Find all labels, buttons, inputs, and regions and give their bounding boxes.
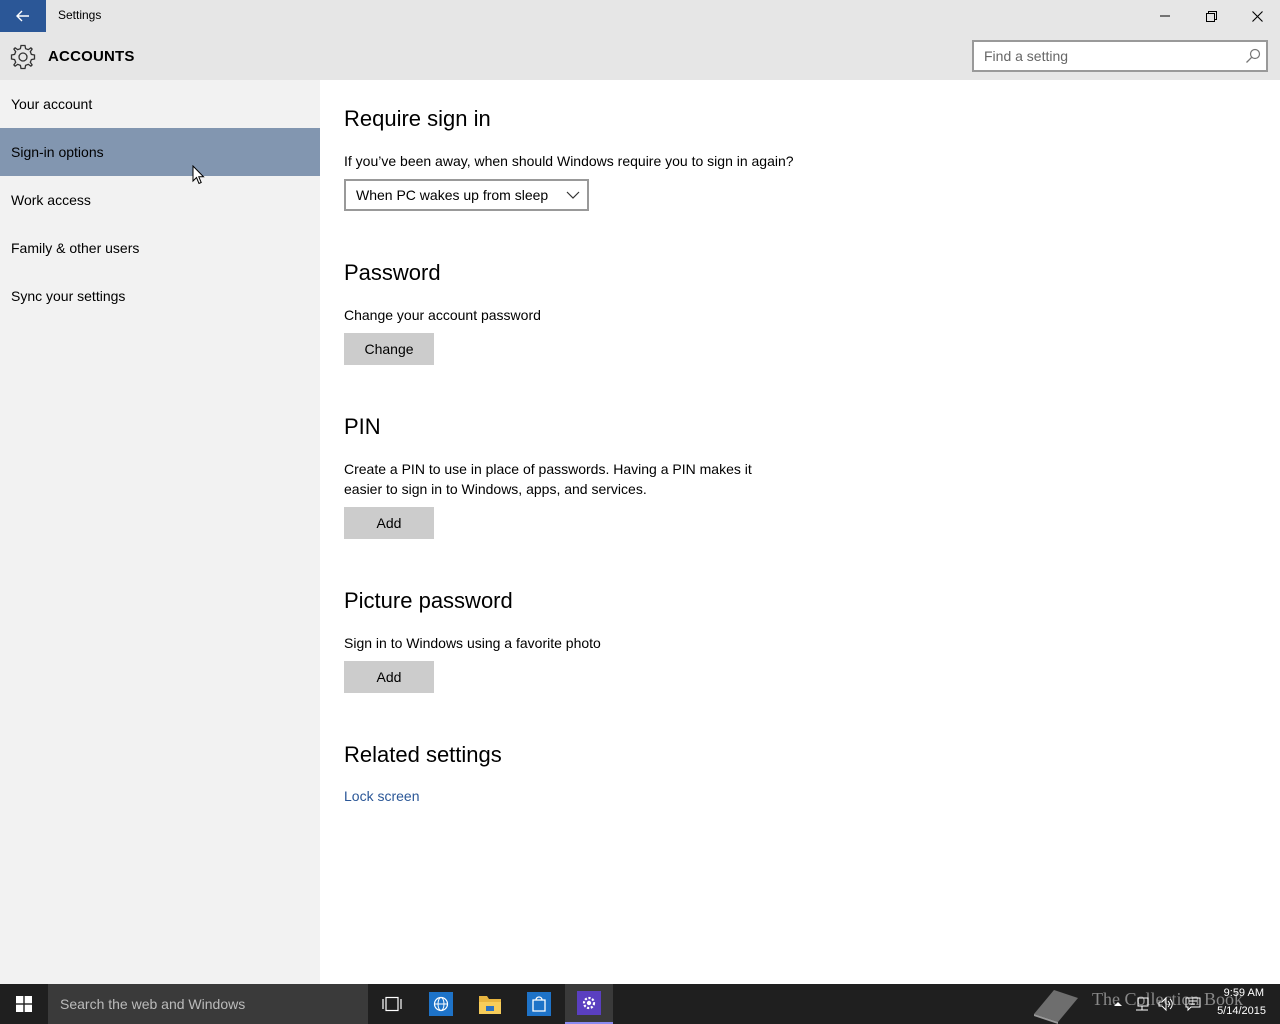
lock-screen-link[interactable]: Lock screen [344,788,419,804]
search-box[interactable] [972,40,1268,72]
taskbar-search-placeholder: Search the web and Windows [60,996,246,1012]
add-pin-button[interactable]: Add [344,507,434,539]
sidebar: Your account Sign-in options Work access… [0,80,320,984]
folder-icon [479,996,501,1014]
picture-password-heading: Picture password [344,588,513,613]
taskbar: Search the web and Windows The Collectio… [0,984,1280,1024]
book-watermark-icon [1034,990,1078,1024]
sidebar-item-sign-in-options[interactable]: Sign-in options [0,128,320,176]
picture-password-description: Sign in to Windows using a favorite phot… [344,635,601,651]
minimize-icon [1160,15,1170,17]
settings-gear-icon [577,991,601,1015]
mouse-cursor-icon [192,165,205,185]
taskbar-settings-button[interactable] [565,984,613,1024]
window-title: Settings [58,8,102,22]
restore-button[interactable] [1188,0,1234,32]
task-view-icon [382,996,402,1012]
sidebar-item-your-account[interactable]: Your account [0,80,320,128]
taskbar-store-button[interactable] [515,984,563,1024]
close-icon [1251,10,1263,22]
dropdown-selected-value: When PC wakes up from sleep [356,187,549,203]
sidebar-item-family-other-users[interactable]: Family & other users [0,224,320,272]
require-sign-in-description: If you’ve been away, when should Windows… [344,153,794,169]
close-button[interactable] [1234,0,1280,32]
search-input[interactable] [974,42,1236,70]
sidebar-item-sync-settings[interactable]: Sync your settings [0,272,320,320]
settings-header: ACCOUNTS [0,32,1280,80]
globe-icon [429,992,453,1016]
windows-logo-icon [16,996,32,1012]
taskbar-search-box[interactable]: Search the web and Windows [48,984,368,1024]
volume-icon[interactable] [1158,996,1174,1012]
pin-description-line1: Create a PIN to use in place of password… [344,461,752,477]
require-sign-in-heading: Require sign in [344,106,491,131]
back-arrow-icon [16,10,29,22]
clock-date[interactable]: 5/14/2015 [1210,1005,1266,1017]
chevron-up-icon[interactable] [1110,996,1126,1012]
task-view-button[interactable] [368,984,416,1024]
password-heading: Password [344,260,441,285]
require-sign-in-dropdown[interactable]: When PC wakes up from sleep [344,179,589,211]
clock-time[interactable]: 9:59 AM [1214,987,1264,999]
start-button[interactable] [0,984,48,1024]
restore-icon [1205,10,1217,22]
search-icon[interactable] [1245,48,1261,64]
sidebar-item-work-access[interactable]: Work access [0,176,320,224]
taskbar-browser-button[interactable] [417,984,465,1024]
minimize-button[interactable] [1142,0,1188,32]
pin-heading: PIN [344,414,381,439]
back-button[interactable] [0,0,46,32]
taskbar-file-explorer-button[interactable] [466,984,514,1024]
chevron-down-icon [566,191,580,199]
pin-description-line2: easier to sign in to Windows, apps, and … [344,481,647,497]
related-settings-heading: Related settings [344,742,502,767]
title-bar: Settings [0,0,1280,32]
password-description: Change your account password [344,307,541,323]
notification-icon[interactable] [1185,996,1201,1012]
add-picture-password-button[interactable]: Add [344,661,434,693]
main-content: Require sign in If you’ve been away, whe… [320,80,1280,984]
page-title: ACCOUNTS [48,48,135,65]
network-icon[interactable] [1134,996,1150,1012]
change-password-button[interactable]: Change [344,333,434,365]
gear-icon [10,44,36,70]
store-icon [527,992,551,1016]
